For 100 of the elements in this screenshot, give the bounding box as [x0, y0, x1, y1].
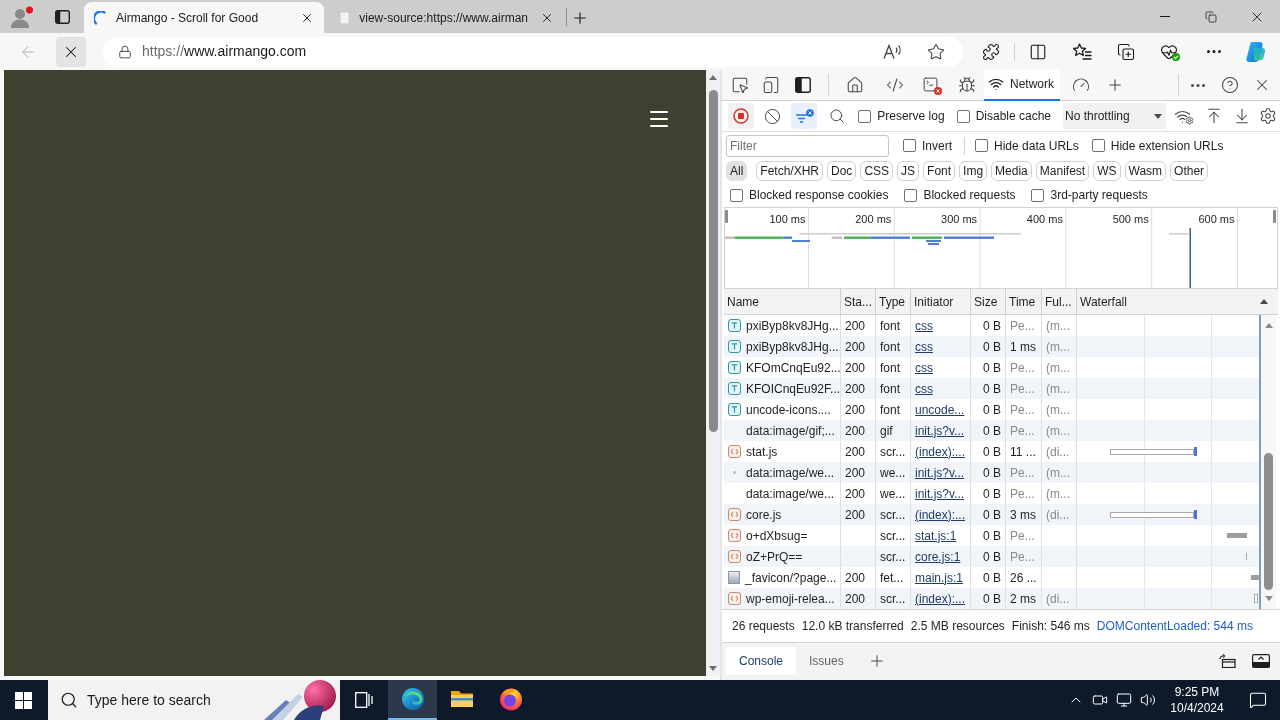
page-scrollbar[interactable]	[706, 70, 720, 676]
panel-tab[interactable]: Network	[984, 69, 1060, 101]
plus-icon	[1106, 76, 1124, 94]
request-row[interactable]: pxiByp8kv8JHg... 200 font css 0 B 1 ms (m...	[724, 336, 1261, 357]
column-header[interactable]: Time	[1006, 289, 1042, 314]
request-row[interactable]: data:image/we... 200 we... init.js?v... 0 B Pe... (m...	[724, 462, 1261, 483]
stop-loading-button[interactable]	[56, 36, 86, 67]
collections-icon	[1117, 42, 1135, 61]
type-filter-chip[interactable]: Media	[991, 161, 1032, 181]
checkbox-option[interactable]: Invert	[903, 136, 952, 155]
initiator-link[interactable]: (index):...	[915, 442, 965, 461]
type-filter-chip[interactable]: JS	[897, 161, 920, 181]
initiator-link[interactable]: init.js?v...	[915, 463, 965, 482]
initiator-link[interactable]: css	[915, 337, 933, 356]
scrollbar-thumb[interactable]	[708, 90, 718, 432]
type-filter-chip[interactable]: WS	[1093, 161, 1121, 181]
scroll-down-icon[interactable]	[709, 666, 717, 671]
checkbox[interactable]	[904, 188, 918, 202]
checkbox-option[interactable]: Hide data URLs	[975, 136, 1079, 155]
checkbox[interactable]	[956, 109, 970, 123]
type-filter-chip[interactable]: Doc	[827, 161, 857, 181]
column-header[interactable]: Sta...	[841, 289, 876, 314]
record-button[interactable]	[728, 103, 754, 129]
throttling-dropdown[interactable]: No throttling	[1063, 103, 1166, 129]
profile-avatar-icon	[10, 5, 34, 28]
time-value: Pe...	[1010, 548, 1035, 566]
initiator-link[interactable]: (index):...	[915, 589, 965, 608]
type-filter-chip[interactable]: CSS	[860, 161, 894, 181]
column-header[interactable]: Waterfall	[1077, 289, 1276, 314]
console-error-icon	[922, 75, 942, 95]
restore-icon	[1205, 10, 1217, 23]
search-icon	[829, 108, 845, 124]
range-handle[interactable]	[1273, 210, 1276, 223]
column-header[interactable]: Name	[724, 289, 841, 314]
star-icon	[927, 42, 945, 61]
initiator-link[interactable]: stat.js:1	[915, 526, 957, 545]
column-header[interactable]: Type	[876, 289, 911, 314]
initiator-link[interactable]: main.js:1	[915, 568, 964, 587]
column-header[interactable]: Size	[971, 289, 1006, 314]
request-row[interactable]: KFOICnqEu92F... 200 font css 0 B Pe... (m...	[724, 378, 1261, 399]
sort-arrow-icon	[1260, 299, 1268, 304]
column-header[interactable]: Initiator	[911, 289, 971, 314]
drawer-tab[interactable]: Console	[726, 647, 797, 675]
initiator-link[interactable]: (index):...	[915, 505, 965, 524]
table-scrollbar[interactable]	[1261, 315, 1276, 609]
scroll-up-icon[interactable]	[1264, 323, 1273, 328]
checkbox[interactable]	[903, 139, 916, 152]
checkbox-option[interactable]: Preserve log	[858, 107, 945, 125]
code-icon	[886, 76, 904, 94]
type-filter-chip[interactable]: All	[726, 161, 748, 181]
taskbar-app-button[interactable]	[388, 680, 437, 720]
request-row[interactable]: wp-emoji-relea... 200 scr... (index):... 0 B 2 ms (di...	[724, 588, 1261, 609]
size-value: 0 B	[983, 359, 1001, 377]
resource-type: scr...	[880, 443, 906, 461]
time-tick-label: 100 ms	[769, 212, 806, 227]
type-filter-chip[interactable]: Font	[923, 161, 956, 181]
script-file-icon	[728, 508, 741, 521]
status-code: 200	[845, 590, 866, 608]
clock[interactable]: 9:25 PM 10/4/2024	[1164, 680, 1230, 720]
timeline-overview[interactable]: 100 ms 200 ms 300 ms 400 ms 500 ms 600 ms	[724, 207, 1278, 289]
scroll-up-icon[interactable]	[709, 75, 717, 80]
column-header[interactable]: Ful...	[1042, 289, 1077, 314]
checkbox[interactable]	[1031, 188, 1045, 202]
checkbox-option[interactable]: Hide extension URLs	[1091, 136, 1224, 155]
initiator-link[interactable]: uncode...	[915, 400, 965, 419]
checkbox[interactable]	[730, 188, 743, 202]
address-bar[interactable]: https://www.airmango.com	[103, 36, 963, 67]
range-handle[interactable]	[725, 210, 728, 223]
initiator-link[interactable]: init.js?v...	[915, 421, 965, 440]
initiator-link[interactable]: init.js?v...	[915, 484, 965, 503]
four-squares-logo-icon	[14, 691, 32, 709]
type-filter-chip[interactable]: Wasm	[1124, 161, 1167, 181]
request-row[interactable]: core.js 200 scr... (index):... 0 B 3 ms (di...	[724, 504, 1261, 525]
checkbox[interactable]	[858, 109, 872, 123]
type-filter-chip[interactable]: Img	[959, 161, 988, 181]
browser-tab[interactable]: Airmango - Scroll for Good	[84, 2, 324, 33]
type-filter-chip[interactable]: Other	[1170, 161, 1209, 181]
status-code: 200	[845, 506, 866, 524]
checkbox-option[interactable]: Blocked response cookies	[730, 186, 889, 204]
checkbox-option[interactable]: Disable cache	[956, 107, 1051, 125]
type-filter-chip[interactable]: Fetch/XHR	[756, 161, 824, 181]
status-code: 200	[845, 422, 866, 440]
filter-toggle-button[interactable]	[791, 103, 817, 129]
initiator-link[interactable]: css	[915, 379, 933, 398]
filter-input[interactable]: Filter	[726, 134, 889, 157]
initiator-link[interactable]: css	[915, 316, 933, 335]
initiator-link[interactable]: core.js:1	[915, 547, 961, 566]
checkbox[interactable]	[1091, 139, 1105, 152]
request-row[interactable]: oZ+PrQ== scr... core.js:1 0 B Pe...	[724, 546, 1261, 567]
checkbox-option[interactable]: 3rd-party requests	[1031, 186, 1148, 204]
resource-type: font	[880, 359, 900, 377]
scrollbar-thumb[interactable]	[1264, 453, 1273, 590]
request-row[interactable]: data:image/gif;... 200 gif init.js?v... 0 B Pe... (m...	[724, 420, 1261, 441]
type-filter-chip[interactable]: Manifest	[1035, 161, 1090, 181]
checkbox-option[interactable]: Blocked requests	[904, 186, 1016, 204]
drawer-tab[interactable]: Issues	[796, 647, 857, 675]
checkbox[interactable]	[975, 139, 988, 152]
initiator-link[interactable]: css	[915, 358, 933, 377]
scroll-down-icon[interactable]	[1264, 596, 1273, 601]
taskbar-search-field[interactable]: Type here to search	[48, 680, 264, 720]
